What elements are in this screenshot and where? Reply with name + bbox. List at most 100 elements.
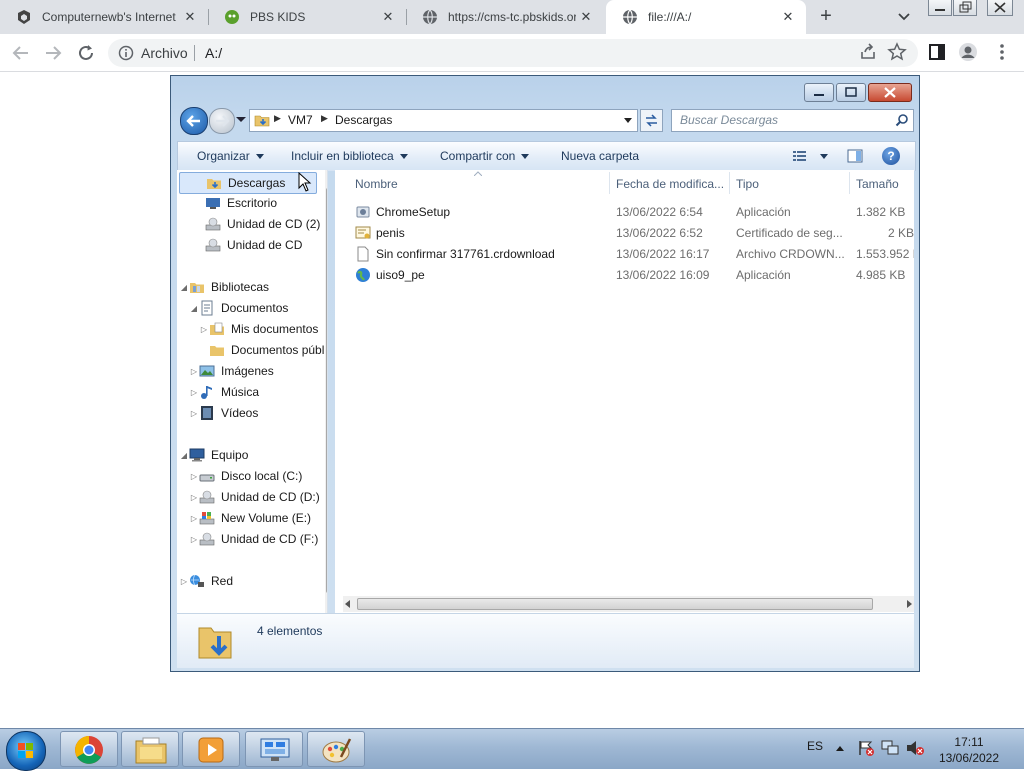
collapsed-triangle-icon[interactable]: ▷	[189, 493, 199, 502]
nav-item-escritorio[interactable]: Escritorio	[179, 193, 277, 213]
explorer-minimize-button[interactable]	[804, 83, 834, 102]
nav-item-imagenes[interactable]: ▷ Imágenes	[189, 361, 274, 381]
column-header-size[interactable]: Tamaño	[856, 170, 899, 196]
breadcrumb-chevron-icon[interactable]: ▶	[321, 113, 328, 124]
column-header-type[interactable]: Tipo	[736, 170, 759, 196]
nav-item-cd-2[interactable]: Unidad de CD (2)	[179, 214, 320, 234]
taskbar-remote-desktop-button[interactable]	[245, 731, 303, 767]
explorer-forward-button[interactable]	[209, 108, 235, 134]
taskbar-media-player-button[interactable]	[182, 731, 240, 767]
scroll-left-icon[interactable]	[345, 600, 350, 608]
tab-file-a[interactable]: file:///A:/ ✕	[606, 0, 806, 34]
close-tab-icon[interactable]: ✕	[576, 9, 596, 25]
explorer-back-button[interactable]	[180, 107, 208, 135]
nav-scroll-thumb[interactable]	[326, 188, 327, 593]
restore-button[interactable]	[953, 0, 977, 16]
column-header-date[interactable]: Fecha de modifica...	[616, 170, 724, 196]
bookmark-star-icon[interactable]	[887, 42, 907, 62]
collapsed-triangle-icon[interactable]: ▷	[179, 577, 189, 586]
nav-pane-scrollbar[interactable]	[325, 170, 327, 613]
tab-computernewb[interactable]: Computernewb's Internet ✕	[0, 0, 208, 34]
column-header-name[interactable]: Nombre	[355, 170, 398, 196]
nav-item-documentos-publicos[interactable]: Documentos públicos	[199, 340, 327, 360]
minimize-button[interactable]	[928, 0, 952, 16]
collapsed-triangle-icon[interactable]: ▷	[189, 409, 199, 418]
nav-item-cd-f[interactable]: ▷ Unidad de CD (F:)	[189, 529, 318, 549]
back-arrow-icon[interactable]	[10, 42, 32, 64]
side-panel-icon[interactable]	[927, 42, 947, 62]
show-hidden-icons-icon[interactable]	[835, 744, 845, 752]
expanded-triangle-icon[interactable]: ◢	[179, 283, 189, 292]
system-clock[interactable]: 17:11 13/06/2022	[930, 734, 1008, 766]
collapsed-triangle-icon[interactable]: ▷	[189, 535, 199, 544]
refresh-button[interactable]	[640, 109, 663, 132]
view-options-icon[interactable]	[792, 148, 808, 164]
start-button[interactable]	[6, 731, 46, 771]
nav-item-documentos[interactable]: ◢ Documentos	[189, 298, 288, 318]
file-row-crdownload[interactable]: Sin confirmar 317761.crdownload 13/06/20…	[335, 244, 914, 265]
breadcrumb-vm7[interactable]: VM7	[288, 113, 313, 127]
collapsed-triangle-icon[interactable]: ▷	[199, 325, 209, 334]
new-folder-button[interactable]: Nueva carpeta	[561, 149, 639, 163]
organize-button[interactable]: Organizar	[197, 149, 264, 163]
share-with-button[interactable]: Compartir con	[440, 149, 530, 163]
collapsed-triangle-icon[interactable]: ▷	[189, 388, 199, 397]
volume-muted-icon[interactable]	[905, 739, 925, 757]
nav-item-descargas[interactable]: Descargas	[179, 172, 317, 194]
close-tab-icon[interactable]: ✕	[378, 9, 398, 25]
help-icon[interactable]: ?	[882, 147, 900, 165]
column-divider[interactable]	[609, 172, 610, 194]
nav-item-cd-d[interactable]: ▷ Unidad de CD (D:)	[189, 487, 320, 507]
new-tab-button[interactable]: +	[814, 5, 838, 29]
taskbar-paint-button[interactable]	[307, 731, 365, 767]
reload-icon[interactable]	[75, 42, 97, 64]
nav-item-volume-e[interactable]: ▷ New Volume (E:)	[189, 508, 311, 528]
file-list-hscrollbar[interactable]	[343, 596, 914, 612]
network-status-icon[interactable]	[880, 739, 900, 757]
language-indicator[interactable]: ES	[807, 739, 823, 753]
scroll-right-icon[interactable]	[907, 600, 912, 608]
collapsed-triangle-icon[interactable]: ▷	[189, 472, 199, 481]
nav-item-bibliotecas[interactable]: ◢ Bibliotecas	[179, 277, 269, 297]
preview-pane-icon[interactable]	[847, 148, 863, 164]
share-icon[interactable]	[858, 42, 878, 62]
collapsed-triangle-icon[interactable]: ▷	[189, 367, 199, 376]
collapsed-triangle-icon[interactable]: ▷	[189, 514, 199, 523]
tab-cms-pbskids[interactable]: https://cms-tc.pbskids.org ✕	[406, 0, 604, 34]
search-icon[interactable]	[895, 113, 909, 127]
forward-arrow-icon[interactable]	[42, 42, 64, 64]
action-center-flag-icon[interactable]	[857, 739, 875, 757]
file-row-penis[interactable]: penis 13/06/2022 6:52 Certificado de seg…	[335, 223, 914, 244]
breadcrumb-chevron-icon[interactable]: ▶	[274, 113, 281, 124]
include-in-library-button[interactable]: Incluir en biblioteca	[291, 149, 408, 163]
url-text[interactable]: A:/	[205, 45, 222, 61]
explorer-close-button[interactable]	[868, 83, 912, 102]
h-scroll-thumb[interactable]	[357, 598, 873, 610]
nav-item-musica[interactable]: ▷ Música	[189, 382, 259, 402]
nav-item-mis-documentos[interactable]: ▷ Mis documentos	[199, 319, 318, 339]
file-row-uiso9[interactable]: uiso9_pe 13/06/2022 16:09 Aplicación 4.9…	[335, 265, 914, 286]
kebab-menu-icon[interactable]	[992, 42, 1012, 62]
column-divider[interactable]	[729, 172, 730, 194]
column-divider[interactable]	[849, 172, 850, 194]
view-dropdown[interactable]	[814, 149, 828, 163]
tab-pbs-kids[interactable]: PBS KIDS ✕	[208, 0, 406, 34]
taskbar-explorer-button[interactable]	[121, 731, 179, 767]
info-icon[interactable]	[118, 45, 134, 61]
nav-item-equipo[interactable]: ◢ Equipo	[179, 445, 248, 465]
breadcrumb-descargas[interactable]: Descargas	[335, 113, 392, 127]
taskbar-chrome-button[interactable]	[60, 731, 118, 767]
explorer-address-bar[interactable]: ▶ VM7 ▶ Descargas	[249, 109, 638, 132]
history-dropdown-icon[interactable]	[236, 117, 246, 122]
nav-item-disco-c[interactable]: ▷ Disco local (C:)	[189, 466, 302, 486]
expanded-triangle-icon[interactable]: ◢	[189, 304, 199, 313]
close-tab-icon[interactable]: ✕	[778, 9, 798, 25]
explorer-search-box[interactable]: Buscar Descargas	[671, 109, 914, 132]
nav-item-cd[interactable]: Unidad de CD	[179, 235, 302, 255]
close-window-button[interactable]	[987, 0, 1013, 16]
expanded-triangle-icon[interactable]: ◢	[179, 451, 189, 460]
close-tab-icon[interactable]: ✕	[180, 9, 200, 25]
address-bar[interactable]: Archivo A:/	[108, 39, 918, 67]
address-dropdown-icon[interactable]	[624, 118, 632, 123]
profile-avatar-icon[interactable]	[958, 42, 978, 62]
